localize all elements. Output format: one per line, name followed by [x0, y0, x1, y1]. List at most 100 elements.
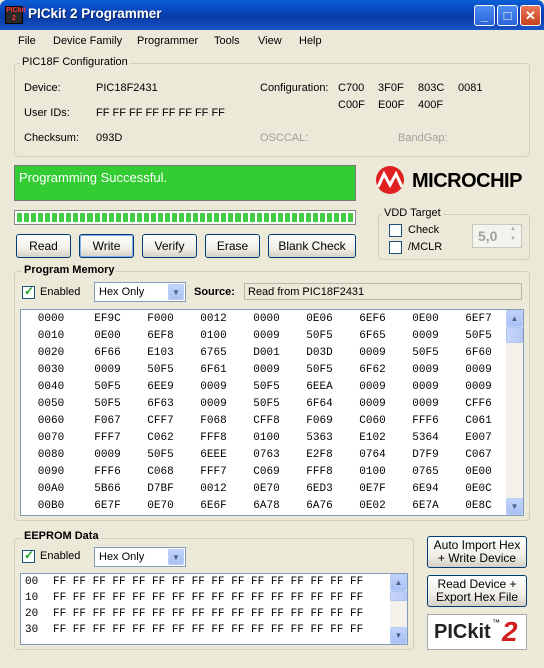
hex-cell[interactable]: 6F61	[187, 361, 240, 378]
hex-cell[interactable]: 6F60	[452, 344, 505, 361]
read-export-button[interactable]: Read Device + Export Hex File	[427, 575, 527, 607]
hex-cell[interactable]: 0763	[240, 446, 293, 463]
menu-programmer[interactable]: Programmer	[137, 35, 198, 47]
hex-cell[interactable]: E102	[346, 429, 399, 446]
hex-cell[interactable]: 0000	[240, 310, 293, 327]
menu-device-family[interactable]: Device Family	[53, 35, 122, 47]
hex-cell[interactable]: 0009	[399, 378, 452, 395]
vdd-check-checkbox[interactable]	[389, 224, 402, 237]
hex-cell[interactable]: 0009	[240, 361, 293, 378]
minimize-button[interactable]: _	[474, 5, 495, 26]
vdd-voltage-spinner[interactable]: 5,0 ▲ ▼	[472, 224, 522, 248]
ee-scrollbar[interactable]: ▲ ▼	[390, 574, 407, 644]
hex-cell[interactable]: 6EF6	[346, 310, 399, 327]
hex-cell[interactable]: FF FF FF FF FF FF FF FF FF FF FF FF FF F…	[49, 574, 363, 590]
hex-cell[interactable]: FFF8	[187, 429, 240, 446]
hex-cell[interactable]: 0009	[187, 395, 240, 412]
spinner-up-icon[interactable]: ▲	[506, 226, 520, 236]
hex-cell[interactable]: 0E70	[240, 480, 293, 497]
hex-cell[interactable]: 0009	[81, 361, 134, 378]
hex-cell[interactable]: FF FF FF FF FF FF FF FF FF FF FF FF FF F…	[49, 622, 363, 638]
hex-cell[interactable]: D001	[240, 344, 293, 361]
hex-cell[interactable]: E2F8	[293, 446, 346, 463]
hex-cell[interactable]: 0009	[81, 446, 134, 463]
hex-cell[interactable]: 50F5	[240, 378, 293, 395]
hex-cell[interactable]: CFF8	[240, 412, 293, 429]
hex-cell[interactable]: C062	[134, 429, 187, 446]
pm-view-select[interactable]: Hex Only ▼	[94, 282, 186, 302]
hex-cell[interactable]: 6ED3	[293, 480, 346, 497]
hex-cell[interactable]: 50F5	[81, 395, 134, 412]
hex-cell[interactable]: F069	[293, 412, 346, 429]
hex-cell[interactable]: 0764	[346, 446, 399, 463]
hex-cell[interactable]: 6765	[187, 344, 240, 361]
spinner-down-icon[interactable]: ▼	[506, 236, 520, 246]
menu-view[interactable]: View	[258, 35, 282, 47]
hex-cell[interactable]: FFF6	[399, 412, 452, 429]
hex-cell[interactable]: 0E00	[399, 310, 452, 327]
hex-cell[interactable]: 0100	[187, 327, 240, 344]
maximize-button[interactable]: □	[497, 5, 518, 26]
hex-cell[interactable]: 0012	[187, 310, 240, 327]
hex-cell[interactable]: C069	[240, 463, 293, 480]
chevron-down-icon[interactable]: ▼	[168, 549, 184, 565]
menu-tools[interactable]: Tools	[214, 35, 240, 47]
hex-cell[interactable]: E007	[452, 429, 505, 446]
eeprom-grid[interactable]: 00 FF FF FF FF FF FF FF FF FF FF FF FF FF…	[20, 573, 408, 645]
hex-cell[interactable]: C068	[134, 463, 187, 480]
hex-cell[interactable]: C067	[452, 446, 505, 463]
hex-cell[interactable]: FF FF FF FF FF FF FF FF FF FF FF FF FF F…	[49, 606, 363, 622]
hex-cell[interactable]: 6F65	[346, 327, 399, 344]
menu-file[interactable]: File	[18, 35, 36, 47]
hex-cell[interactable]: FFF7	[187, 463, 240, 480]
hex-cell[interactable]: 0009	[346, 395, 399, 412]
hex-cell[interactable]: CFF7	[134, 412, 187, 429]
close-button[interactable]: ✕	[520, 5, 541, 26]
hex-cell[interactable]: E103	[134, 344, 187, 361]
hex-cell[interactable]: 6F63	[134, 395, 187, 412]
hex-cell[interactable]: 6E7F	[81, 497, 134, 514]
hex-cell[interactable]: F000	[134, 310, 187, 327]
auto-import-write-button[interactable]: Auto Import Hex + Write Device	[427, 536, 527, 568]
hex-cell[interactable]: 0009	[399, 361, 452, 378]
hex-cell[interactable]: 50F5	[399, 344, 452, 361]
hex-cell[interactable]: 0009	[187, 378, 240, 395]
hex-cell[interactable]: 50F5	[134, 361, 187, 378]
ee-enabled-checkbox[interactable]	[22, 548, 35, 563]
hex-cell[interactable]: FFF7	[81, 429, 134, 446]
scroll-up-icon[interactable]: ▲	[506, 310, 523, 327]
hex-cell[interactable]: 0009	[240, 327, 293, 344]
hex-cell[interactable]: 6EEE	[187, 446, 240, 463]
hex-cell[interactable]: 6E7A	[399, 497, 452, 514]
hex-cell[interactable]: C060	[346, 412, 399, 429]
hex-cell[interactable]: 50F5	[452, 327, 505, 344]
hex-cell[interactable]: 6F66	[81, 344, 134, 361]
hex-cell[interactable]: 0009	[399, 395, 452, 412]
hex-cell[interactable]: 0009	[346, 344, 399, 361]
hex-cell[interactable]: CFF6	[452, 395, 505, 412]
hex-cell[interactable]: D7F9	[399, 446, 452, 463]
hex-cell[interactable]: 0100	[240, 429, 293, 446]
scroll-up-icon[interactable]: ▲	[390, 574, 407, 591]
hex-cell[interactable]: FFF8	[293, 463, 346, 480]
hex-cell[interactable]: FFF6	[81, 463, 134, 480]
hex-cell[interactable]: FF FF FF FF FF FF FF FF FF FF FF FF FF F…	[49, 590, 363, 606]
ee-scroll-thumb[interactable]	[390, 591, 407, 601]
hex-cell[interactable]: 0E7F	[346, 480, 399, 497]
hex-cell[interactable]: 50F5	[293, 361, 346, 378]
erase-button[interactable]: Erase	[205, 234, 260, 258]
scroll-down-icon[interactable]: ▼	[506, 498, 523, 515]
hex-cell[interactable]: 6A76	[293, 497, 346, 514]
hex-cell[interactable]: 0E8C	[452, 497, 505, 514]
hex-cell[interactable]: 5364	[399, 429, 452, 446]
hex-cell[interactable]: 6E94	[399, 480, 452, 497]
hex-cell[interactable]: 0E02	[346, 497, 399, 514]
hex-cell[interactable]: 6E6F	[187, 497, 240, 514]
hex-cell[interactable]: D03D	[293, 344, 346, 361]
hex-cell[interactable]: 6EF8	[134, 327, 187, 344]
verify-button[interactable]: Verify	[142, 234, 197, 258]
read-button[interactable]: Read	[16, 234, 71, 258]
hex-cell[interactable]: D7BF	[134, 480, 187, 497]
hex-cell[interactable]: 0009	[452, 378, 505, 395]
menu-help[interactable]: Help	[299, 35, 322, 47]
